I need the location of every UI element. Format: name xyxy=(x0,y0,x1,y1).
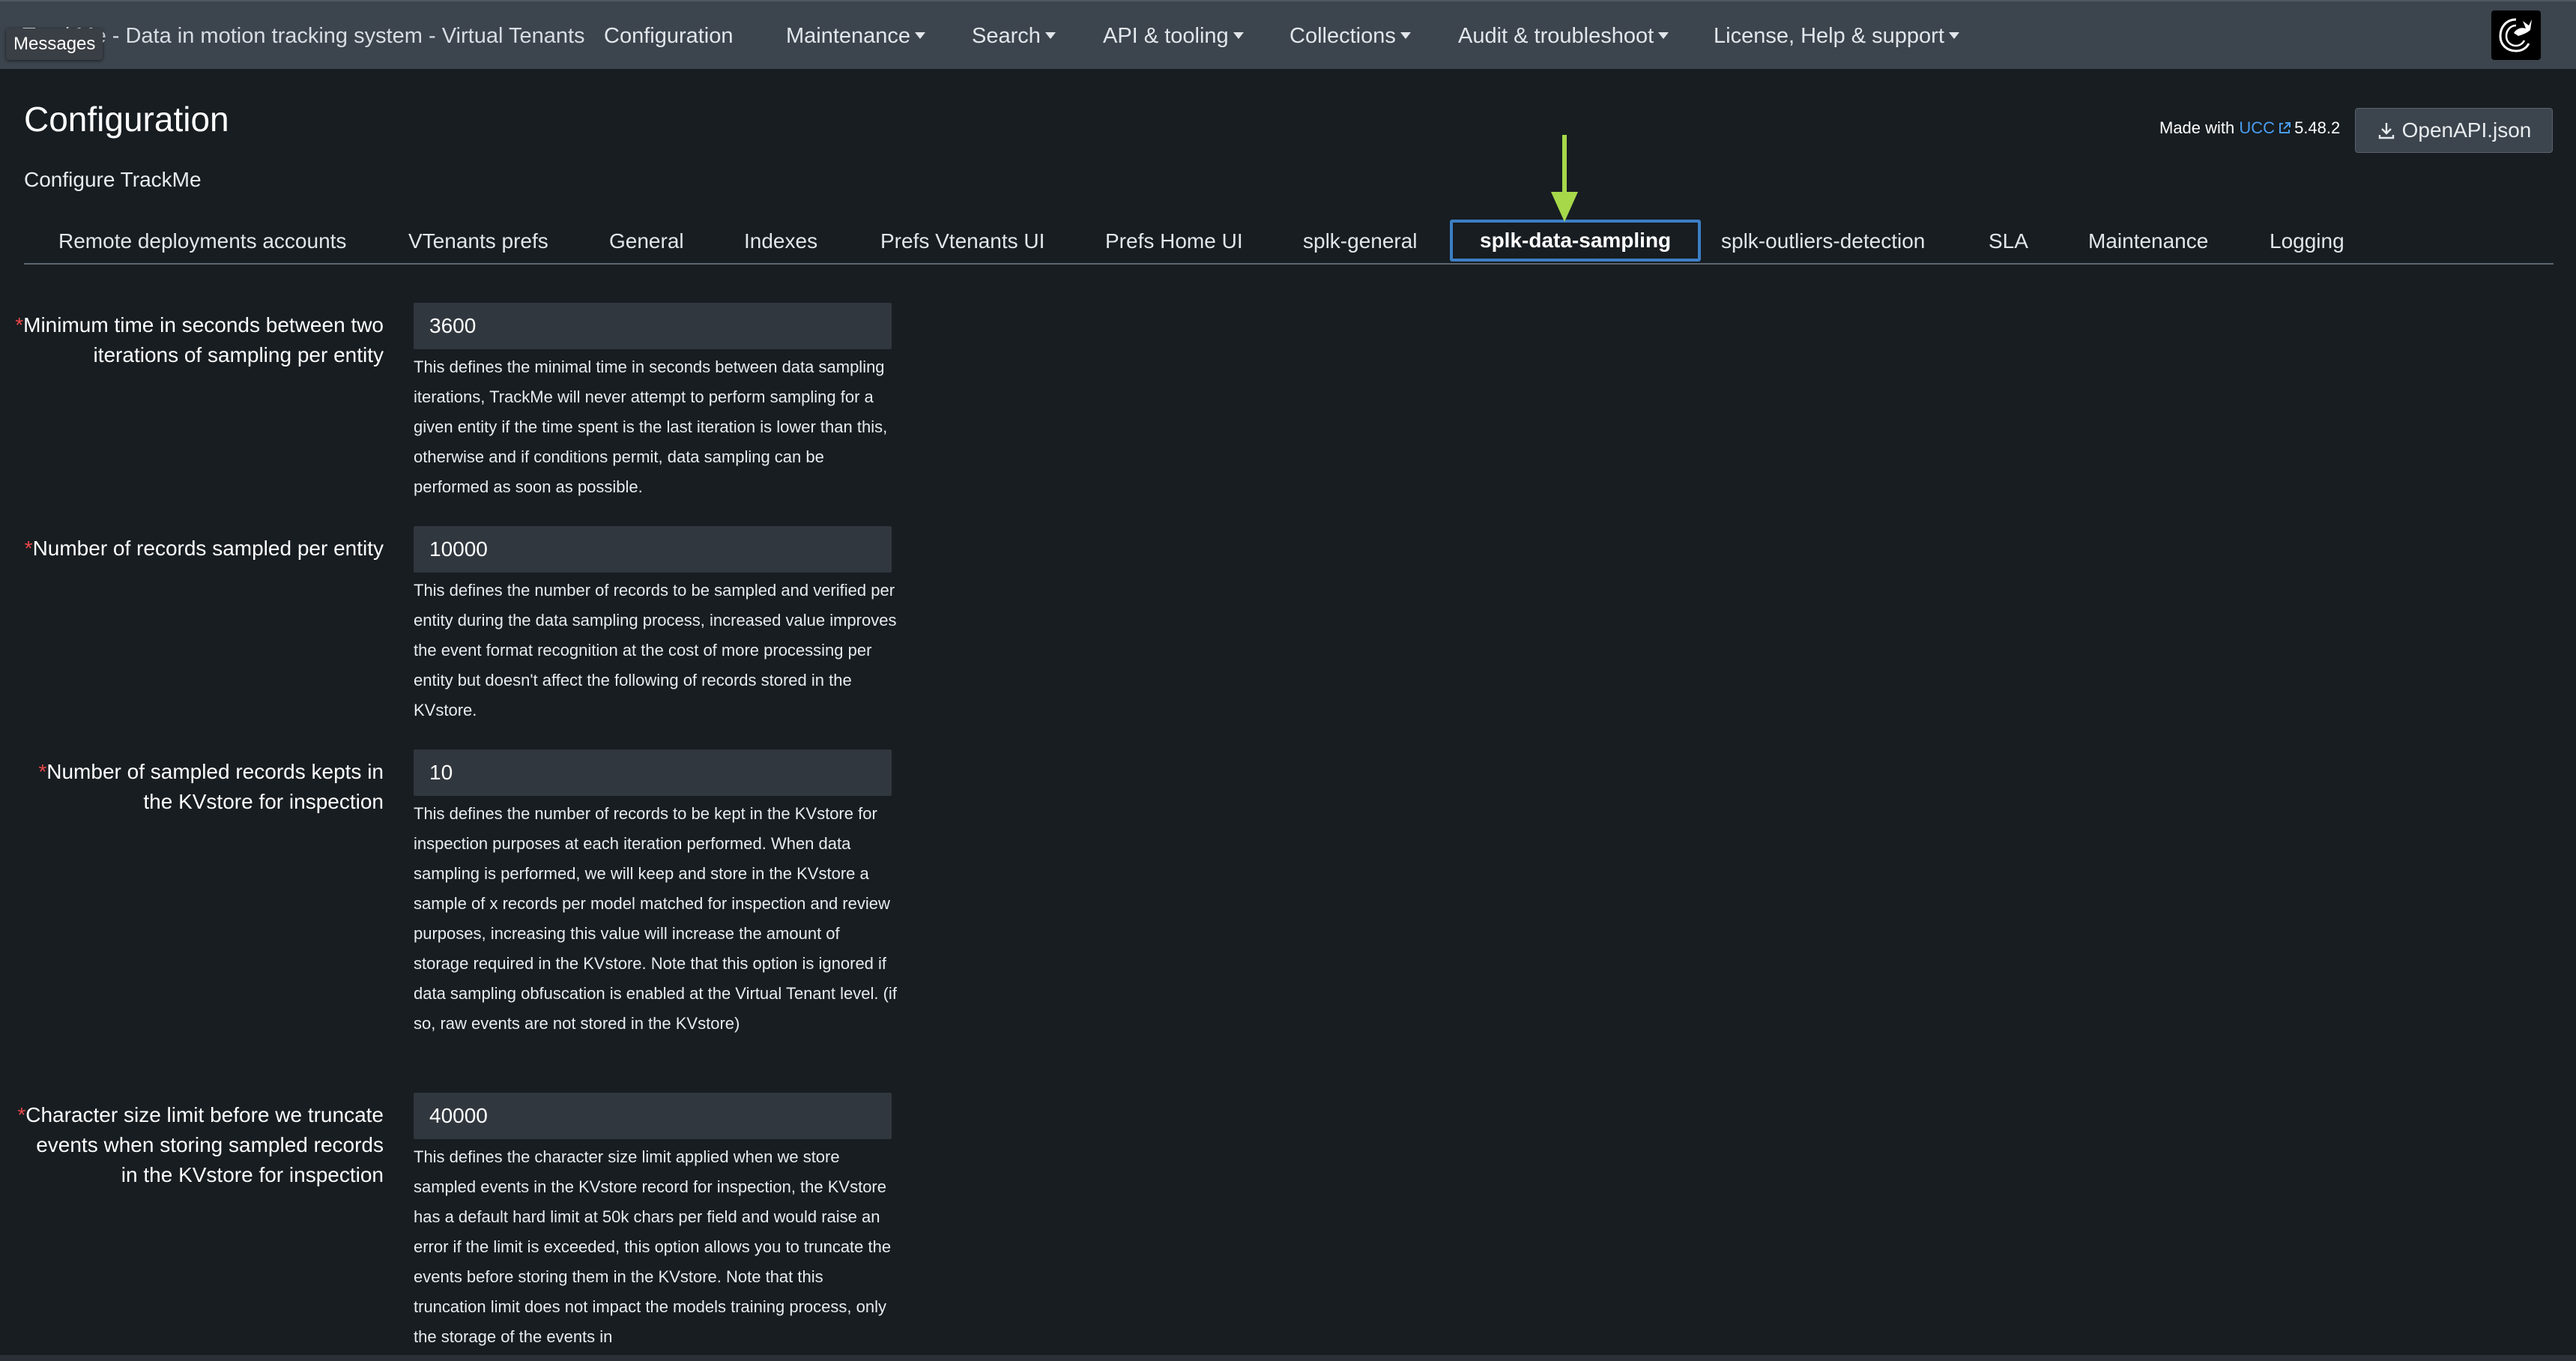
field-label-text: Number of records sampled per entity xyxy=(32,537,384,560)
page-title: Configuration xyxy=(24,100,229,139)
tab-indexes[interactable]: Indexes xyxy=(744,222,817,261)
download-icon xyxy=(2378,123,2394,139)
tab-sla[interactable]: SLA xyxy=(1989,222,2028,261)
tab-prefs-vtenants-ui[interactable]: Prefs Vtenants UI xyxy=(880,222,1044,261)
tab-general[interactable]: General xyxy=(609,222,684,261)
openapi-json-label: OpenAPI.json xyxy=(2401,118,2532,142)
sampled-records-kept-input[interactable] xyxy=(414,749,892,796)
chevron-down-icon xyxy=(1948,31,1959,39)
field-help-min-time-between-iterations: This defines the minimal time in seconds… xyxy=(414,357,888,496)
tab-vtenants-prefs[interactable]: VTenants prefs xyxy=(408,222,548,261)
nav-license-help-support[interactable]: License, Help & support xyxy=(1714,1,1959,70)
page-subtitle: Configure TrackMe xyxy=(24,168,202,191)
field-label-text: Minimum time in seconds between two iter… xyxy=(23,313,384,366)
tab-splk-data-sampling[interactable]: splk-data-sampling xyxy=(1450,220,1702,262)
tab-maintenance[interactable]: Maintenance xyxy=(2088,222,2208,261)
tab-remote-deployments-accounts[interactable]: Remote deployments accounts xyxy=(58,222,346,261)
nav-configuration-label: Configuration xyxy=(604,24,734,48)
field-label-text: Number of sampled records kepts in the K… xyxy=(46,760,384,813)
nav-license-help-support-label: License, Help & support xyxy=(1714,24,1944,48)
nav-audit-troubleshoot[interactable]: Audit & troubleshoot xyxy=(1458,1,1669,70)
external-link-icon[interactable] xyxy=(2278,121,2291,135)
field-help-character-size-limit: This defines the character size limit ap… xyxy=(414,1147,892,1346)
chevron-down-icon xyxy=(915,31,926,39)
made-with-ucc: Made with UCC 5.48.2 xyxy=(2159,118,2340,138)
chevron-down-icon xyxy=(1400,31,1411,39)
field-label-text: Character size limit before we truncate … xyxy=(25,1103,384,1186)
tabs-divider xyxy=(24,263,2554,265)
chevron-down-icon xyxy=(1044,31,1056,39)
chevron-down-icon xyxy=(1233,31,1244,39)
nav-maintenance-label: Maintenance xyxy=(786,24,911,48)
nav-search[interactable]: Search xyxy=(972,1,1056,70)
required-asterisk: * xyxy=(17,1103,26,1126)
field-label-records-sampled-per-entity: *Number of records sampled per entity xyxy=(15,534,384,564)
tab-splk-general[interactable]: splk-general xyxy=(1303,222,1418,261)
character-size-limit-input[interactable] xyxy=(414,1093,892,1139)
nav-search-label: Search xyxy=(972,24,1041,48)
nav-api-tooling[interactable]: API & tooling xyxy=(1103,1,1244,70)
nav-api-tooling-label: API & tooling xyxy=(1103,24,1229,48)
nav-configuration[interactable]: Configuration xyxy=(604,1,734,70)
nav-collections[interactable]: Collections xyxy=(1289,1,1411,70)
messages-tooltip[interactable]: Messages xyxy=(6,28,103,60)
top-navigation-bar: TrackMe - Data in motion tracking system… xyxy=(0,0,2576,69)
trackme-logo-icon[interactable] xyxy=(2491,10,2541,60)
field-help-sampled-records-kept: This defines the number of records to be… xyxy=(414,804,897,1033)
field-help-records-sampled-per-entity: This defines the number of records to be… xyxy=(414,581,897,719)
records-sampled-per-entity-input[interactable] xyxy=(414,526,892,573)
made-with-prefix: Made with xyxy=(2159,118,2235,137)
nav-audit-troubleshoot-label: Audit & troubleshoot xyxy=(1458,24,1654,48)
ucc-link[interactable]: UCC xyxy=(2239,118,2275,137)
required-asterisk: * xyxy=(38,760,47,783)
nav-maintenance[interactable]: Maintenance xyxy=(786,1,926,70)
app-title[interactable]: TrackMe - Data in motion tracking system… xyxy=(22,1,585,70)
tab-splk-outliers-detection[interactable]: splk-outliers-detection xyxy=(1721,222,1925,261)
nav-collections-label: Collections xyxy=(1289,24,1396,48)
required-asterisk: * xyxy=(24,537,33,560)
chevron-down-icon xyxy=(1658,31,1669,39)
required-asterisk: * xyxy=(15,313,24,337)
bottom-scroll-edge xyxy=(0,1355,2576,1361)
min-time-between-iterations-input[interactable] xyxy=(414,303,892,349)
openapi-json-button[interactable]: OpenAPI.json xyxy=(2355,108,2553,153)
ucc-version: 5.48.2 xyxy=(2294,118,2341,137)
field-label-min-time-between-iterations: *Minimum time in seconds between two ite… xyxy=(15,310,384,370)
field-label-sampled-records-kept: *Number of sampled records kepts in the … xyxy=(15,757,384,817)
highlight-arrow-icon xyxy=(1551,135,1578,222)
field-label-character-size-limit: *Character size limit before we truncate… xyxy=(15,1100,384,1190)
tab-prefs-home-ui[interactable]: Prefs Home UI xyxy=(1105,222,1243,261)
tab-logging[interactable]: Logging xyxy=(2270,222,2344,261)
